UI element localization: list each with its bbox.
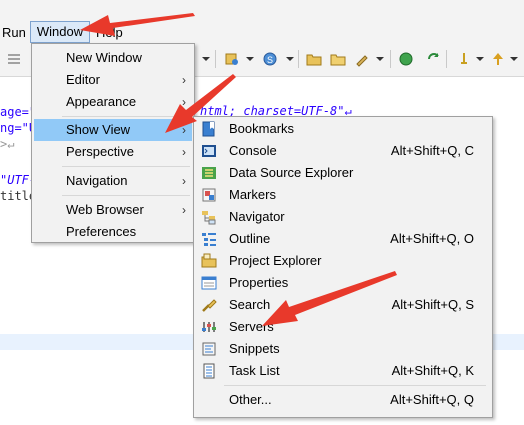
search-icon (202, 299, 217, 312)
toolbar-separator (446, 50, 447, 68)
menu-window[interactable]: Window (30, 21, 90, 43)
code-line: >↵ (0, 137, 15, 151)
chevron-right-icon: › (182, 95, 186, 109)
view-item-label: Task List (229, 363, 280, 378)
svg-text:S: S (267, 55, 273, 65)
menu-help[interactable]: Help (96, 22, 123, 44)
project-explorer-icon (201, 253, 217, 268)
chevron-right-icon: › (182, 73, 186, 87)
window-menu: New Window Editor › Appearance › Show Vi… (31, 43, 195, 243)
menu-item-editor[interactable]: Editor › (34, 69, 192, 91)
toolbar-separator (390, 50, 391, 68)
menu-item-label: New Window (66, 50, 142, 65)
snippets-icon (202, 342, 216, 356)
view-item-label: Console (229, 143, 277, 158)
view-item-console[interactable]: Console Alt+Shift+Q, C (196, 140, 490, 162)
menu-bar: Run Window Help (0, 0, 524, 43)
show-view-submenu: Bookmarks Console Alt+Shift+Q, C Data So… (193, 116, 493, 418)
menu-item-appearance[interactable]: Appearance › (34, 91, 192, 113)
toolbar-separator (298, 50, 299, 68)
task-list-icon (203, 363, 215, 379)
view-item-other[interactable]: Other... Alt+Shift+Q, Q (196, 389, 490, 411)
globe-run-icon[interactable]: S (262, 51, 278, 67)
menu-item-label: Navigation (66, 173, 128, 188)
markers-icon (202, 188, 216, 202)
menu-item-show-view[interactable]: Show View › (34, 119, 192, 141)
menu-item-preferences[interactable]: Preferences (34, 221, 192, 243)
view-item-properties[interactable]: Properties (196, 272, 490, 294)
menu-item-web-browser[interactable]: Web Browser › (34, 199, 192, 221)
view-item-label: Project Explorer (229, 253, 322, 268)
chevron-right-icon: › (182, 145, 186, 159)
brush-icon[interactable] (354, 51, 370, 67)
view-item-label: Outline (229, 231, 271, 246)
menu-separator (224, 385, 486, 386)
folder-icon[interactable] (330, 51, 346, 67)
view-item-project-explorer[interactable]: Project Explorer (196, 250, 490, 272)
shortcut-text: Alt+Shift+Q, K (391, 363, 474, 378)
view-item-bookmarks[interactable]: Bookmarks (196, 118, 490, 140)
arrow-up-icon[interactable] (490, 51, 506, 67)
chevron-right-icon: › (182, 174, 186, 188)
toolbar-separator (215, 50, 216, 68)
pin-icon[interactable] (456, 51, 472, 67)
bookmarks-icon (202, 121, 215, 137)
view-item-search[interactable]: Search Alt+Shift+Q, S (196, 294, 490, 316)
list-icon[interactable] (6, 51, 22, 67)
view-item-label: Other... (229, 392, 272, 407)
menu-separator (62, 166, 190, 167)
dropdown-arrow-icon[interactable] (246, 57, 254, 61)
menu-run[interactable]: Run (2, 22, 26, 44)
view-item-data-source-explorer[interactable]: Data Source Explorer (196, 162, 490, 184)
view-item-servers[interactable]: Servers (196, 316, 490, 338)
dropdown-arrow-icon[interactable] (376, 57, 384, 61)
open-folder-icon[interactable] (306, 51, 322, 67)
menu-item-label: Appearance (66, 94, 137, 109)
menu-item-label: Preferences (66, 224, 137, 239)
menu-separator (62, 116, 190, 117)
new-server-icon[interactable] (224, 51, 240, 67)
menu-item-label: Web Browser (66, 202, 144, 217)
dropdown-arrow-icon[interactable] (202, 57, 210, 61)
view-item-label: Snippets (229, 341, 280, 356)
view-item-label: Servers (229, 319, 274, 334)
shortcut-text: Alt+Shift+Q, Q (390, 392, 474, 407)
data-source-explorer-icon (202, 167, 216, 179)
dropdown-arrow-icon[interactable] (510, 57, 518, 61)
navigator-icon (202, 211, 216, 225)
menu-item-label: Show View (66, 122, 131, 137)
console-icon (202, 145, 216, 157)
outline-icon (202, 233, 216, 246)
properties-icon (201, 276, 217, 290)
view-item-snippets[interactable]: Snippets (196, 338, 490, 360)
menu-separator (62, 195, 190, 196)
view-item-label: Markers (229, 187, 276, 202)
menu-item-new-window[interactable]: New Window (34, 47, 192, 69)
shortcut-text: Alt+Shift+Q, C (390, 143, 474, 158)
view-item-label: Properties (229, 275, 289, 290)
view-item-task-list[interactable]: Task List Alt+Shift+Q, K (196, 360, 490, 382)
dropdown-arrow-icon[interactable] (286, 57, 294, 61)
chevron-right-icon: › (182, 123, 186, 137)
shortcut-text: Alt+Shift+Q, S (391, 297, 474, 312)
shortcut-text: Alt+Shift+Q, O (390, 231, 474, 246)
servers-icon (202, 322, 216, 332)
menu-item-perspective[interactable]: Perspective › (34, 141, 192, 163)
chevron-right-icon: › (182, 203, 186, 217)
view-item-navigator[interactable]: Navigator (196, 206, 490, 228)
view-item-label: Data Source Explorer (229, 165, 354, 180)
refresh-icon[interactable] (426, 51, 442, 67)
view-item-outline[interactable]: Outline Alt+Shift+Q, O (196, 228, 490, 250)
dropdown-arrow-icon[interactable] (476, 57, 484, 61)
menu-item-navigation[interactable]: Navigation › (34, 170, 192, 192)
view-item-label: Bookmarks (229, 121, 295, 136)
view-item-label: Search (229, 297, 271, 312)
globe-icon[interactable] (398, 51, 414, 67)
view-item-label: Navigator (229, 209, 285, 224)
view-item-markers[interactable]: Markers (196, 184, 490, 206)
menu-item-label: Perspective (66, 144, 134, 159)
menu-item-label: Editor (66, 72, 100, 87)
